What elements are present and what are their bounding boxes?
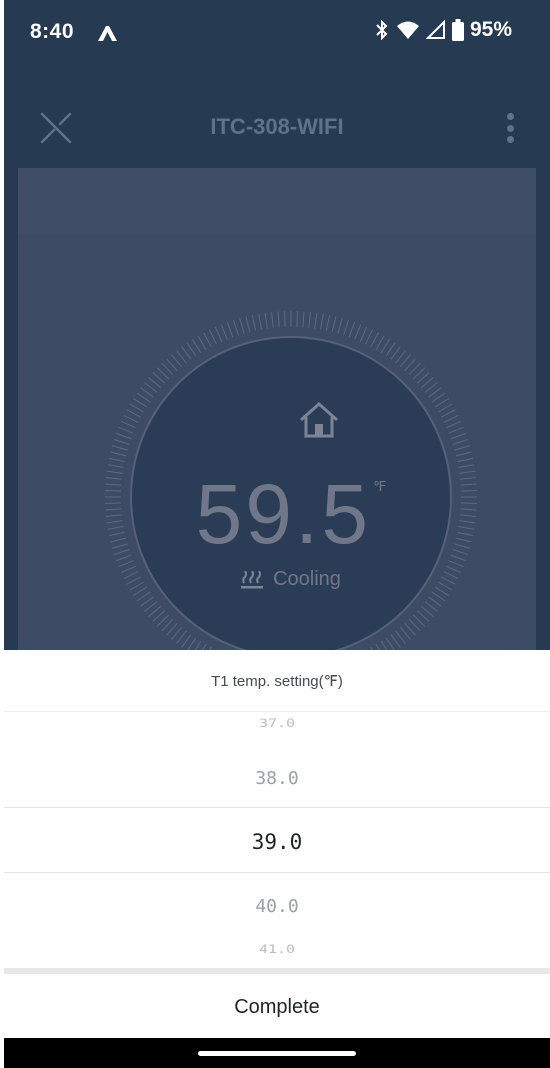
temp-picker-sheet: T1 temp. setting(℉) 37.0 38.0 39.0 40.0 …: [4, 650, 550, 1040]
menu-dot: [506, 113, 514, 120]
mode-label: Cooling: [273, 568, 341, 590]
picker-option[interactable]: 37.0: [4, 716, 550, 730]
temperature-value: 59.5: [195, 467, 372, 561]
dial-face: 59.5 ℉ Cooling: [130, 336, 452, 658]
screen: 8:40 95% ITC-308-WIFI 59.5 ℉ Cooling T1 …: [4, 0, 550, 1068]
mode-row: Cooling: [132, 568, 450, 591]
status-icons: 95%: [374, 18, 512, 42]
menu-dot: [506, 124, 514, 132]
home-icon: [300, 401, 338, 438]
battery-icon: [451, 19, 464, 41]
bluetooth-icon: [376, 20, 388, 40]
status-bar: 8:40 95%: [4, 0, 550, 66]
wifi-icon: [396, 21, 419, 39]
picker-option-selected[interactable]: 39.0: [4, 830, 550, 854]
app-bar: ITC-308-WIFI: [4, 98, 550, 158]
home-gesture-handle[interactable]: [198, 1051, 356, 1056]
thermostat-panel: 59.5 ℉ Cooling: [18, 168, 536, 683]
value-picker[interactable]: 37.0 38.0 39.0 40.0 41.0: [4, 712, 550, 968]
menu-dot: [506, 136, 514, 143]
picker-option[interactable]: 40.0: [4, 896, 550, 917]
temperature-unit: ℉: [373, 478, 387, 494]
app-background: 8:40 95% ITC-308-WIFI 59.5 ℉ Cooling: [4, 0, 550, 683]
selection-line-top: [4, 807, 550, 808]
selection-line-bottom: [4, 872, 550, 873]
status-time: 8:40: [30, 20, 75, 43]
heat-waves-icon: [241, 570, 264, 588]
battery-percent: 95%: [469, 18, 512, 41]
sheet-header: T1 temp. setting(℉): [4, 650, 550, 712]
picker-option[interactable]: 38.0: [4, 768, 550, 789]
sheet-title: T1 temp. setting(℉): [211, 672, 343, 690]
temperature-dial: 59.5 ℉ Cooling: [104, 310, 478, 684]
cell-signal-icon: [425, 20, 445, 39]
more-vert-icon[interactable]: [500, 110, 520, 146]
system-nav-bar: [4, 1038, 550, 1068]
page-title: ITC-308-WIFI: [210, 114, 344, 139]
app-logo-icon: [98, 26, 117, 41]
picker-option[interactable]: 41.0: [4, 942, 550, 956]
panel-header-strip: [18, 168, 536, 234]
complete-button[interactable]: Complete: [4, 974, 550, 1040]
temperature-readout: 59.5 ℉: [132, 466, 450, 563]
